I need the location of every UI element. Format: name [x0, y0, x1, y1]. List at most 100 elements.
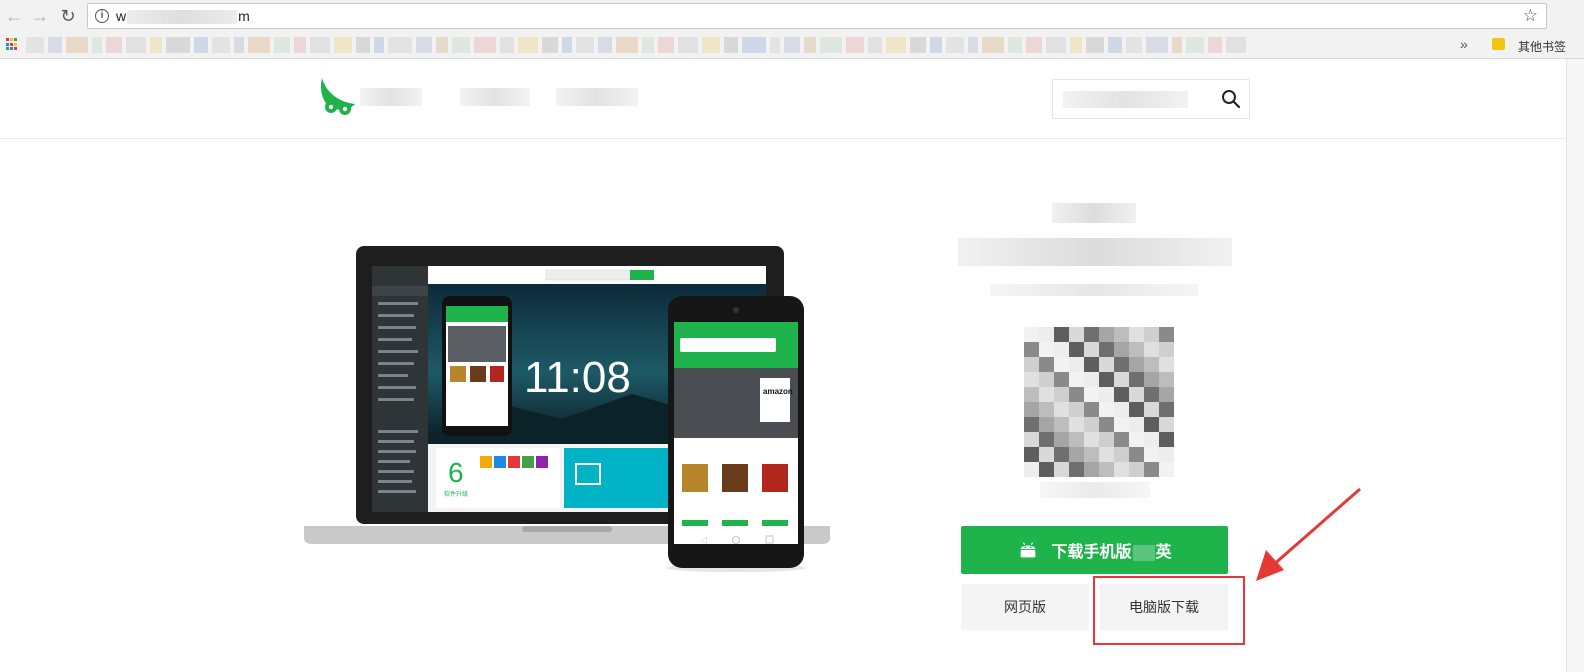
- download-mobile-button[interactable]: 下载手机版 英: [961, 526, 1228, 574]
- bookmark-item-redacted[interactable]: [452, 37, 470, 53]
- qr-cell: [1099, 372, 1114, 387]
- bookmark-item-redacted[interactable]: [968, 37, 978, 53]
- bookmark-star-icon[interactable]: ☆: [1523, 6, 1538, 26]
- qr-cell: [1039, 402, 1054, 417]
- nav-item-redacted[interactable]: [556, 88, 638, 106]
- bookmark-item-redacted[interactable]: [770, 37, 780, 53]
- bookmark-item-redacted[interactable]: [576, 37, 594, 53]
- bookmark-item-redacted[interactable]: [1208, 37, 1222, 53]
- bookmarks-redacted[interactable]: [26, 37, 1456, 53]
- apps-grid-icon[interactable]: [6, 38, 19, 51]
- bookmark-item-redacted[interactable]: [1086, 37, 1104, 53]
- address-bar[interactable]: i wm ☆: [87, 3, 1547, 29]
- bookmark-item-redacted[interactable]: [868, 37, 882, 53]
- bookmark-item-redacted[interactable]: [910, 37, 926, 53]
- bookmark-item-redacted[interactable]: [518, 37, 538, 53]
- bookmark-item-redacted[interactable]: [374, 37, 384, 53]
- bookmark-item-redacted[interactable]: [26, 37, 44, 53]
- info-icon[interactable]: i: [95, 9, 109, 23]
- brand-name-redacted[interactable]: [360, 88, 422, 106]
- bookmark-item-redacted[interactable]: [334, 37, 352, 53]
- qr-cell: [1039, 357, 1054, 372]
- bookmark-item-redacted[interactable]: [166, 37, 190, 53]
- bookmark-item-redacted[interactable]: [1008, 37, 1022, 53]
- bookmark-item-redacted[interactable]: [416, 37, 432, 53]
- qr-cell: [1099, 357, 1114, 372]
- bookmark-item-redacted[interactable]: [702, 37, 720, 53]
- pea-pod-logo-icon[interactable]: [318, 76, 358, 116]
- bookmark-item-redacted[interactable]: [946, 37, 964, 53]
- bookmark-item-redacted[interactable]: [234, 37, 244, 53]
- bookmark-item-redacted[interactable]: [784, 37, 800, 53]
- qr-cell: [1114, 447, 1129, 462]
- hero-tagline-redacted: [990, 284, 1198, 296]
- bookmark-item-redacted[interactable]: [1172, 37, 1182, 53]
- qr-cell: [1129, 432, 1144, 447]
- search-icon[interactable]: [1221, 89, 1241, 109]
- bookmark-item-redacted[interactable]: [248, 37, 270, 53]
- bookmark-item-redacted[interactable]: [388, 37, 412, 53]
- other-bookmarks[interactable]: 其他书签: [1518, 38, 1566, 55]
- bookmark-item-redacted[interactable]: [126, 37, 146, 53]
- forward-arrow-icon[interactable]: →: [30, 6, 50, 26]
- bookmark-item-redacted[interactable]: [642, 37, 654, 53]
- browser-chrome: ← → ↻ i wm ☆ » 其他书签: [0, 0, 1584, 59]
- bookmark-item-redacted[interactable]: [1126, 37, 1142, 53]
- bookmark-item-redacted[interactable]: [598, 37, 612, 53]
- bookmark-item-redacted[interactable]: [356, 37, 370, 53]
- bookmark-item-redacted[interactable]: [310, 37, 330, 53]
- qr-cell: [1054, 402, 1069, 417]
- bookmark-item-redacted[interactable]: [474, 37, 496, 53]
- back-arrow-icon[interactable]: ←: [4, 6, 24, 26]
- bookmark-item-redacted[interactable]: [658, 37, 674, 53]
- qr-cell: [1114, 372, 1129, 387]
- qr-cell: [1144, 387, 1159, 402]
- nav-item-redacted[interactable]: [460, 88, 530, 106]
- bookmark-item-redacted[interactable]: [1046, 37, 1066, 53]
- bookmark-item-redacted[interactable]: [982, 37, 1004, 53]
- search-box[interactable]: [1052, 79, 1250, 119]
- annotation-highlight-box: [1093, 576, 1245, 645]
- qr-cell: [1129, 342, 1144, 357]
- bookmark-item-redacted[interactable]: [1026, 37, 1042, 53]
- bookmark-item-redacted[interactable]: [66, 37, 88, 53]
- qr-cell: [1024, 432, 1039, 447]
- qr-cell: [1024, 417, 1039, 432]
- bookmark-item-redacted[interactable]: [678, 37, 698, 53]
- bookmark-item-redacted[interactable]: [48, 37, 62, 53]
- bookmark-item-redacted[interactable]: [1186, 37, 1204, 53]
- bookmark-item-redacted[interactable]: [294, 37, 306, 53]
- bookmark-item-redacted[interactable]: [212, 37, 230, 53]
- reload-icon[interactable]: ↻: [58, 6, 78, 26]
- bookmark-item-redacted[interactable]: [562, 37, 572, 53]
- bookmark-item-redacted[interactable]: [92, 37, 102, 53]
- bookmark-item-redacted[interactable]: [1146, 37, 1168, 53]
- bookmark-item-redacted[interactable]: [1108, 37, 1122, 53]
- web-version-button[interactable]: 网页版: [961, 584, 1089, 630]
- qr-cell: [1144, 342, 1159, 357]
- bookmark-item-redacted[interactable]: [804, 37, 816, 53]
- qr-cell: [1069, 417, 1084, 432]
- qr-cell: [1039, 342, 1054, 357]
- qr-cell: [1159, 372, 1174, 387]
- page-scrollbar[interactable]: [1566, 59, 1584, 672]
- bookmark-item-redacted[interactable]: [150, 37, 162, 53]
- bookmark-item-redacted[interactable]: [846, 37, 864, 53]
- bookmark-item-redacted[interactable]: [194, 37, 208, 53]
- bookmark-item-redacted[interactable]: [1226, 37, 1246, 53]
- qr-cell: [1024, 372, 1039, 387]
- bookmark-item-redacted[interactable]: [274, 37, 290, 53]
- bookmark-item-redacted[interactable]: [886, 37, 906, 53]
- bookmark-item-redacted[interactable]: [106, 37, 122, 53]
- bookmark-item-redacted[interactable]: [436, 37, 448, 53]
- bookmark-item-redacted[interactable]: [930, 37, 942, 53]
- bookmark-item-redacted[interactable]: [1070, 37, 1082, 53]
- search-input[interactable]: [1063, 91, 1188, 108]
- bookmarks-more-button[interactable]: »: [1460, 36, 1468, 52]
- bookmark-item-redacted[interactable]: [724, 37, 738, 53]
- bookmark-item-redacted[interactable]: [820, 37, 842, 53]
- bookmark-item-redacted[interactable]: [742, 37, 766, 53]
- bookmark-item-redacted[interactable]: [500, 37, 514, 53]
- bookmark-item-redacted[interactable]: [542, 37, 558, 53]
- bookmark-item-redacted[interactable]: [616, 37, 638, 53]
